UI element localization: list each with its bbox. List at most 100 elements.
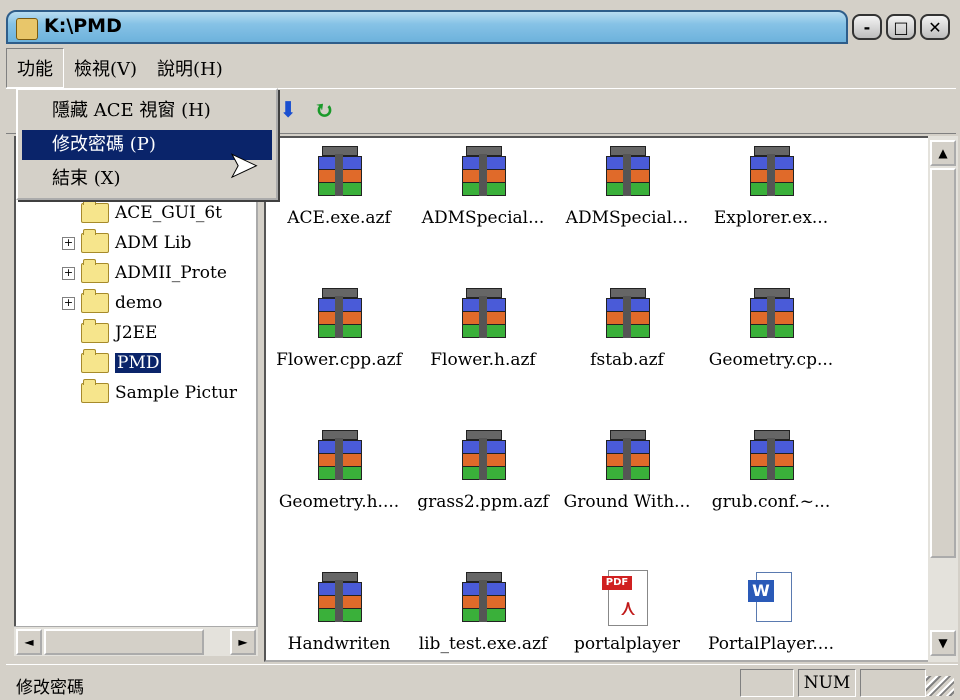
menu-bar: 功能 檢視(V) 說明(H) [6,48,956,88]
status-bar: 修改密碼 NUM [6,664,958,699]
file-item-label: PortalPlayer.... [707,634,835,654]
tree-node[interactable]: + ADM Lib [62,229,192,256]
list-scroll-thumb[interactable] [930,168,956,558]
file-item-label: grub.conf.~... [711,492,831,512]
file-item-label: Flower.cpp.azf [276,350,402,370]
file-item[interactable]: W PortalPlayer.... [698,570,844,654]
file-item[interactable]: Handwriten [266,570,412,654]
app-icon [16,18,38,40]
folder-icon [81,259,109,283]
menu-help[interactable]: 說明(H) [147,49,233,87]
pdf-tag: PDF [602,576,632,590]
expand-icon[interactable]: + [62,236,75,250]
file-item[interactable]: Flower.h.azf [410,286,556,370]
file-list[interactable]: ACE.exe.azf ADMSpecial... ADMSpecial... Exp… [264,136,958,662]
file-item-label: fstab.azf [590,350,664,370]
file-item[interactable]: ADMSpecial... [554,144,700,228]
tree-node[interactable]: + demo [62,289,162,316]
tree-node-label: Sample Pictur [115,383,237,403]
status-text: 修改密碼 [16,678,84,698]
file-item[interactable]: ADMSpecial... [410,144,556,228]
file-item-label: ACE.exe.azf [287,208,391,228]
file-item[interactable]: ACE.exe.azf [266,144,412,228]
menu-view[interactable]: 檢視(V) [64,49,147,87]
list-vertical-scrollbar[interactable]: ▲ ▼ [928,136,958,662]
archive-icon [602,144,652,200]
file-item-label: portalplayer [574,634,680,654]
scroll-right-button[interactable]: ► [230,629,256,655]
archive-icon [458,286,508,342]
window-controls: - □ ✕ [852,14,958,42]
scroll-left-button[interactable]: ◄ [16,629,42,655]
menu-item-hide-ace-window[interactable]: 隱藏 ACE 視窗 (H) [22,96,272,126]
file-item[interactable]: PDF ⋏ portalplayer [554,570,700,654]
folder-icon [81,289,109,313]
refresh-icon[interactable]: ↻ [314,95,334,124]
file-item-label: Geometry.h.... [278,492,400,512]
app-window: K:\PMD - □ ✕ 功能 檢視(V) 說明(H) ⬇ ↻ ACE_GUI_… [0,0,960,700]
expand-icon[interactable]: + [62,266,75,280]
scroll-up-button[interactable]: ▲ [930,140,956,166]
scroll-down-button[interactable]: ▼ [930,630,956,656]
archive-icon [746,286,796,342]
file-item[interactable]: Flower.cpp.azf [266,286,412,370]
folder-icon [81,349,109,373]
tree-node[interactable]: J2EE [62,319,158,346]
down-arrow-icon[interactable]: ⬇ [279,97,297,123]
folder-icon [81,199,109,223]
archive-icon [458,144,508,200]
status-panel-1 [740,669,794,697]
file-item-label: grass2.ppm.azf [417,492,549,512]
tree-node-label: ADM Lib [115,233,192,253]
minimize-button[interactable]: - [852,14,882,40]
archive-icon [602,286,652,342]
title-bar[interactable]: K:\PMD [6,10,848,44]
menu-function[interactable]: 功能 [6,48,64,88]
tree-node[interactable]: Sample Pictur [62,379,237,406]
tree-node-label: J2EE [115,323,158,343]
tree-node[interactable]: + ADMII_Prote [62,259,227,286]
archive-icon [314,428,364,484]
file-item[interactable]: Geometry.cp... [698,286,844,370]
file-item-label: Geometry.cp... [708,350,834,370]
archive-icon [314,286,364,342]
file-item[interactable]: lib_test.exe.azf [410,570,556,654]
file-item[interactable]: Explorer.ex... [698,144,844,228]
close-button[interactable]: ✕ [920,14,950,40]
expand-icon[interactable]: + [62,296,75,310]
folder-tree[interactable]: ACE_GUI_6t + ADM Lib + ADMII_Prote + demo J2EE P… [14,136,258,656]
archive-icon [458,570,508,626]
archive-icon [602,428,652,484]
pdf-icon: PDF ⋏ [602,570,652,626]
file-item[interactable]: fstab.azf [554,286,700,370]
maximize-button[interactable]: □ [886,14,916,40]
archive-icon [314,570,364,626]
file-item-label: Ground With... [563,492,691,512]
file-item[interactable]: grub.conf.~... [698,428,844,512]
folder-icon [81,229,109,253]
file-item-label: Explorer.ex... [713,208,829,228]
file-item-label: ADMSpecial... [565,208,689,228]
file-item[interactable]: Ground With... [554,428,700,512]
resize-grip[interactable] [926,676,954,696]
window-title: K:\PMD [44,15,122,37]
archive-icon [746,144,796,200]
folder-icon [81,379,109,403]
archive-icon [458,428,508,484]
file-item-label: lib_test.exe.azf [418,634,548,654]
file-item[interactable]: grass2.ppm.azf [410,428,556,512]
tree-node-label: ACE_GUI_6t [115,203,222,223]
mouse-cursor-icon: ➤ [227,145,259,186]
tree-node[interactable]: PMD [62,349,162,376]
status-panel-3 [860,669,926,697]
file-item-label: Flower.h.azf [430,350,536,370]
status-num: NUM [798,669,856,697]
tree-node[interactable]: ACE_GUI_6t [62,199,222,226]
word-doc-icon: W [746,570,796,626]
tree-horizontal-scrollbar[interactable]: ◄ ► [14,626,258,656]
file-item[interactable]: Geometry.h.... [266,428,412,512]
word-tag: W [748,580,774,602]
tree-scroll-thumb[interactable] [44,629,204,655]
tree-node-label: ADMII_Prote [115,263,227,283]
file-item-label: Handwriten [287,634,391,654]
